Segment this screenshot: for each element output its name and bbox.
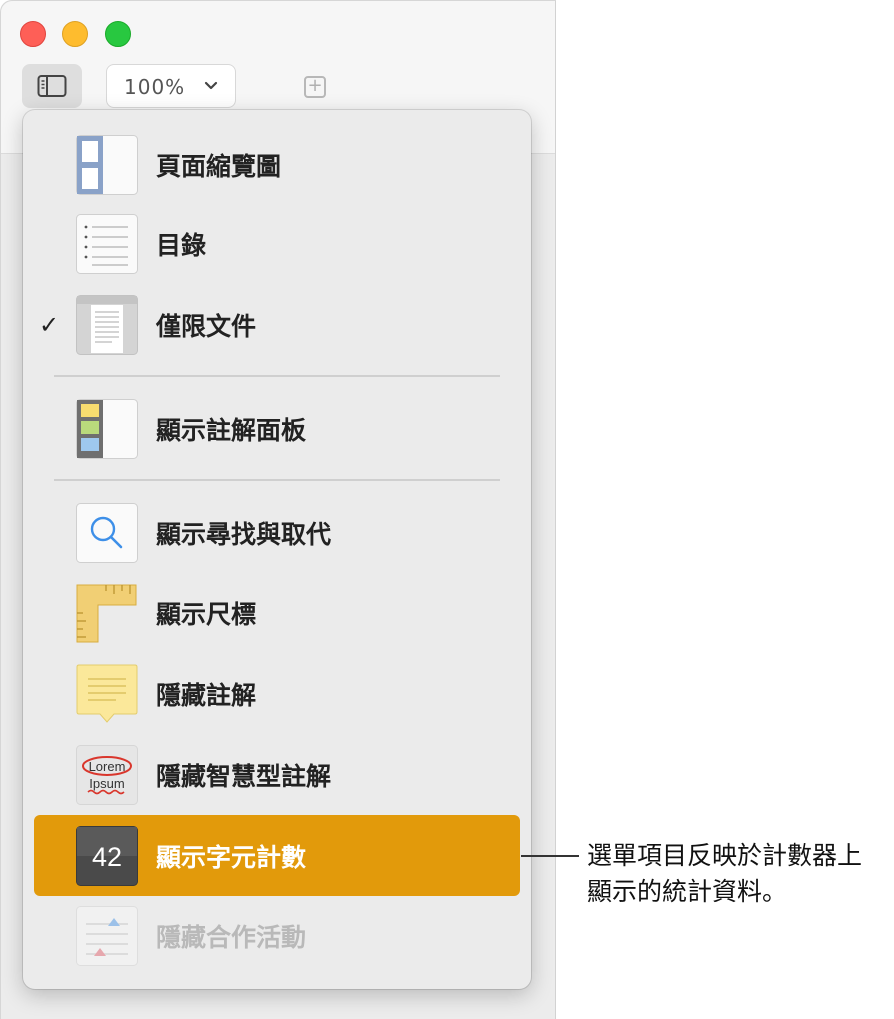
menu-item-label: 隱藏註解 <box>156 681 257 710</box>
menu-item-table-of-contents[interactable]: 目錄 <box>23 204 531 284</box>
menu-item-hide-collaboration-activity: 隱藏合作活動 <box>23 896 531 976</box>
sidebar-icon <box>37 75 67 97</box>
zoom-value: 100% <box>124 75 186 99</box>
menu-item-label: 隱藏智慧型註解 <box>156 762 332 791</box>
comments-pane-icon <box>76 399 138 459</box>
close-window-button[interactable] <box>20 21 46 47</box>
menu-item-label: 顯示尋找與取代 <box>156 520 332 549</box>
view-menu: 頁面縮覽圖 目錄 ✓ 僅限文件 顯示註解面板 顯示尋找與取代 顯示尺標 隱藏註解… <box>23 110 531 989</box>
callout-line <box>521 855 579 857</box>
menu-item-page-thumbnails[interactable]: 頁面縮覽圖 <box>23 125 531 205</box>
word-count-icon: 42 <box>76 826 138 886</box>
callout-line-1: 選單項目反映於計數器上 <box>587 841 863 870</box>
document-only-icon <box>76 295 138 355</box>
menu-item-hide-comments[interactable]: 隱藏註解 <box>23 654 531 734</box>
menu-separator <box>54 375 500 377</box>
callout-text: 選單項目反映於計數器上 顯示的統計資料。 <box>587 838 887 910</box>
menu-item-hide-smart-annotations[interactable]: Lorem Ipsum 隱藏智慧型註解 <box>23 735 531 815</box>
menu-item-label: 隱藏合作活動 <box>156 923 307 952</box>
ipsum-text: Ipsum <box>89 776 124 791</box>
menu-item-label: 顯示註解面板 <box>156 416 307 445</box>
checkmark-icon: ✓ <box>39 311 60 339</box>
page-thumbnails-icon <box>76 135 138 195</box>
comment-note-icon <box>76 664 138 724</box>
menu-item-comments-pane[interactable]: 顯示註解面板 <box>23 389 531 469</box>
menu-item-label: 頁面縮覽圖 <box>156 152 282 181</box>
menu-item-find-replace[interactable]: 顯示尋找與取代 <box>23 493 531 573</box>
smart-annotation-icon: Lorem Ipsum <box>76 745 138 805</box>
menu-item-word-count[interactable]: 42 顯示字元計數 <box>23 816 531 896</box>
menu-item-ruler[interactable]: 顯示尺標 <box>23 573 531 653</box>
collaboration-activity-icon <box>76 906 138 966</box>
menu-separator <box>54 479 500 481</box>
table-of-contents-icon <box>76 214 138 274</box>
menu-item-label: 僅限文件 <box>156 312 257 341</box>
plus-icon: + <box>307 75 323 96</box>
count-text: 42 <box>92 842 122 872</box>
menu-item-label: 目錄 <box>156 231 207 260</box>
callout-line-2: 顯示的統計資料。 <box>587 877 788 906</box>
menu-item-label: 顯示字元計數 <box>156 843 307 872</box>
maximize-window-button[interactable] <box>105 21 131 47</box>
minimize-window-button[interactable] <box>62 21 88 47</box>
menu-item-label: 顯示尺標 <box>156 600 257 629</box>
ruler-icon <box>76 583 138 643</box>
add-page-button[interactable]: + <box>304 76 326 98</box>
search-icon <box>76 503 138 563</box>
lorem-text: Lorem <box>89 759 126 774</box>
view-menu-button[interactable] <box>22 64 82 108</box>
menu-item-document-only[interactable]: ✓ 僅限文件 <box>23 285 531 365</box>
chevron-down-icon <box>204 73 218 104</box>
zoom-dropdown[interactable]: 100% <box>106 64 236 108</box>
